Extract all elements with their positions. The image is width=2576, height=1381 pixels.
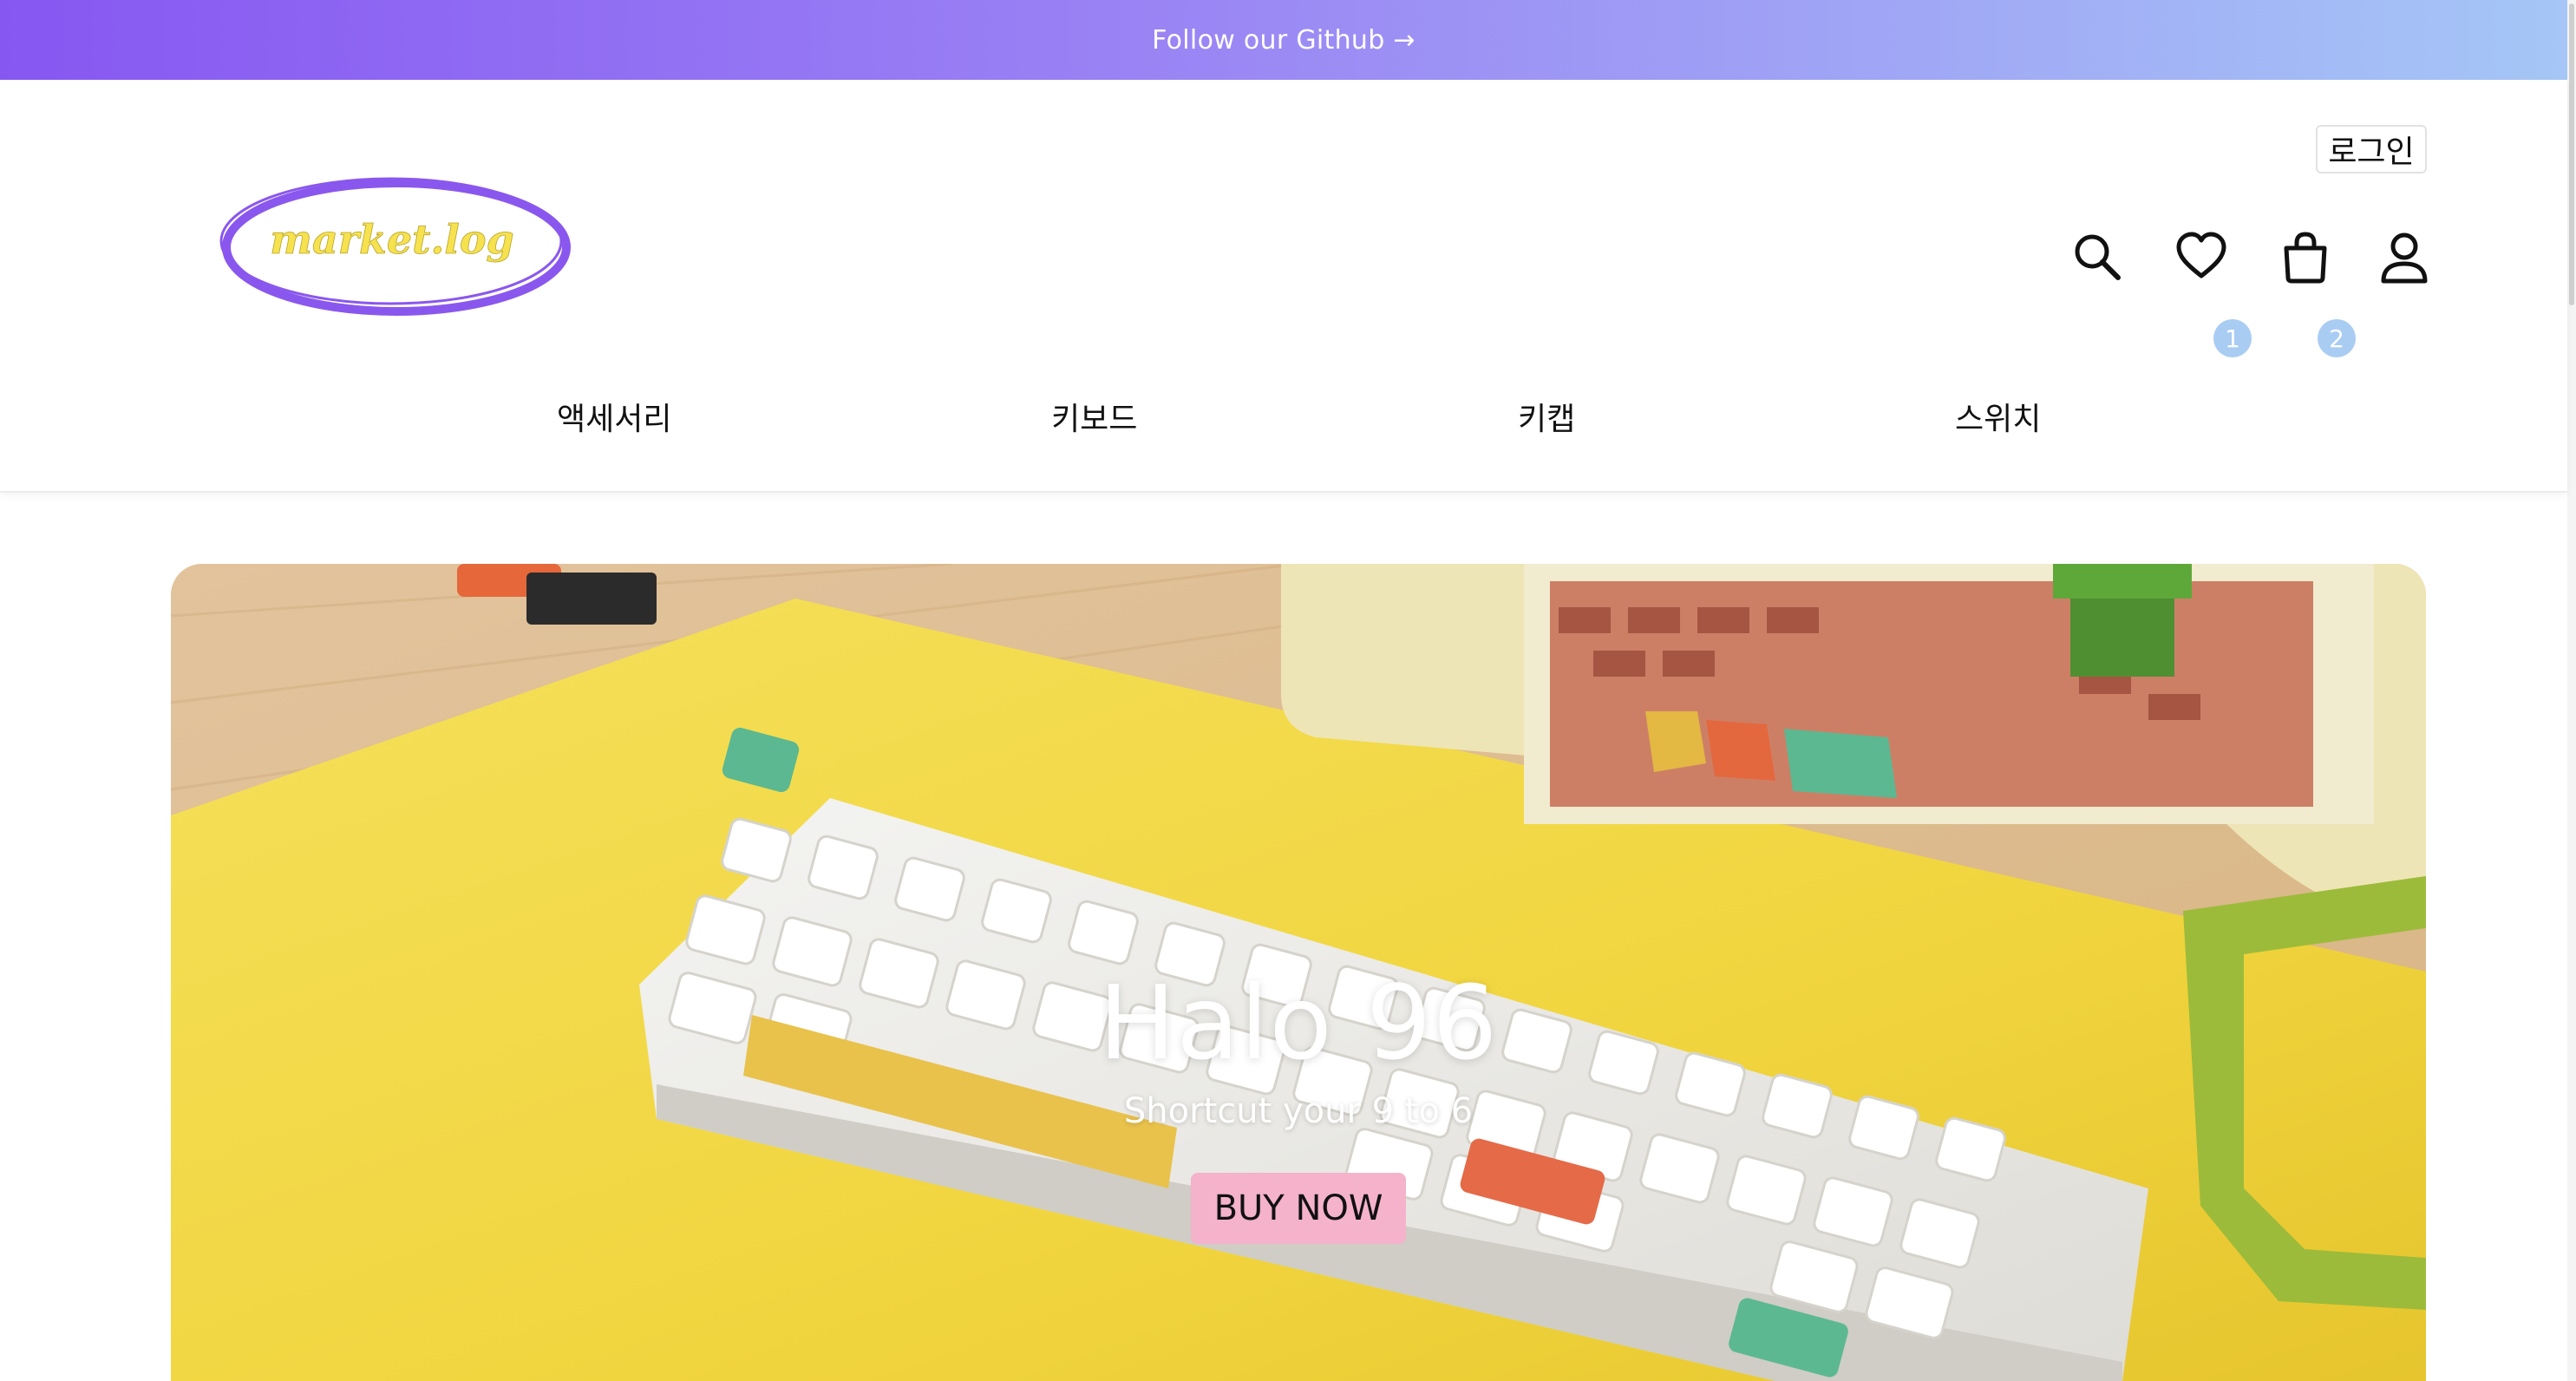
wishlist-count-badge: 1 <box>2213 319 2252 357</box>
buy-now-button[interactable]: BUY NOW <box>1191 1173 1406 1244</box>
nav-keycaps[interactable]: 키캡 <box>1518 394 1575 439</box>
scrollbar[interactable] <box>2567 0 2576 1381</box>
shopping-bag-icon[interactable] <box>2278 229 2333 285</box>
nav-keyboards[interactable]: 키보드 <box>1051 394 1137 439</box>
nav-accessories[interactable]: 액세서리 <box>557 394 671 439</box>
hero-title: Halo 96 <box>1098 963 1499 1083</box>
header-icons: 1 2 <box>0 229 2567 357</box>
search-icon[interactable] <box>2069 229 2125 285</box>
login-button[interactable]: 로그인 <box>2316 125 2427 173</box>
main-nav: 액세서리 키보드 키캡 스위치 <box>0 394 2567 446</box>
hero-banner[interactable]: Halo 96 Shortcut your 9 to 6 BUY NOW <box>171 564 2426 1381</box>
heart-icon[interactable] <box>2174 229 2229 285</box>
github-link[interactable]: Follow our Github → <box>1152 25 1415 56</box>
scrollbar-thumb[interactable] <box>2569 3 2574 305</box>
cart-count-badge: 2 <box>2318 319 2356 357</box>
site-header: market.log 로그인 1 2 액세서리 키보드 키캡 스위치 <box>0 80 2567 493</box>
nav-switches[interactable]: 스위치 <box>1955 394 2041 439</box>
promo-banner: Follow our Github → <box>0 0 2567 80</box>
user-icon[interactable] <box>2377 229 2432 285</box>
hero-subtitle: Shortcut your 9 to 6 <box>1123 1091 1474 1131</box>
hero-text: Halo 96 Shortcut your 9 to 6 BUY NOW <box>171 972 2426 1244</box>
